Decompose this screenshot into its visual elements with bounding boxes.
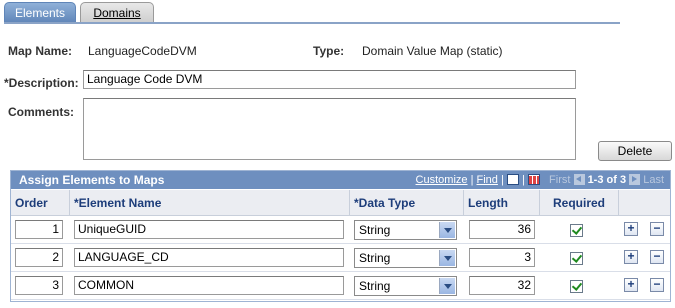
data-type-select[interactable]: String xyxy=(354,276,457,296)
order-input[interactable]: 3 xyxy=(15,276,63,295)
column-header-element-name: *Element Name xyxy=(70,190,350,216)
customize-link[interactable]: Customize xyxy=(416,174,468,186)
first-link: First xyxy=(549,174,571,186)
required-checkbox[interactable] xyxy=(570,252,583,265)
data-type-select[interactable]: String xyxy=(354,220,457,240)
chevron-down-icon[interactable] xyxy=(439,222,455,238)
type-value: Domain Value Map (static) xyxy=(362,44,503,58)
previous-arrow-icon xyxy=(573,174,585,185)
order-input[interactable]: 2 xyxy=(15,248,63,267)
add-row-icon[interactable]: + xyxy=(624,222,638,236)
find-link[interactable]: Find xyxy=(477,174,498,186)
data-type-value: String xyxy=(359,279,391,293)
table-row: 2 LANGUAGE_CD String 3 + − xyxy=(11,244,670,272)
delete-row-icon[interactable]: − xyxy=(650,250,664,264)
grid-header: Assign Elements to Maps Customize | Find… xyxy=(11,171,670,189)
description-label: *Description: xyxy=(4,76,79,90)
tab-divider xyxy=(4,22,620,24)
tab-domains[interactable]: Domains xyxy=(80,2,154,22)
row-range: 1-3 of 3 xyxy=(587,174,627,186)
map-name-value: LanguageCodeDVM xyxy=(88,44,197,58)
column-header-data-type: *Data Type xyxy=(350,190,464,216)
table-row: 1 UniqueGUID String 36 + − xyxy=(11,216,670,244)
data-type-select[interactable]: String xyxy=(354,248,457,268)
view-all-icon[interactable] xyxy=(506,174,519,185)
delete-row-icon[interactable]: − xyxy=(650,278,664,292)
separator: | xyxy=(470,174,474,186)
grid-navigation: Customize | Find | | First 1-3 of 3 Last xyxy=(416,174,664,186)
add-row-icon[interactable]: + xyxy=(624,250,638,264)
required-checkbox[interactable] xyxy=(570,224,583,237)
data-type-value: String xyxy=(359,223,391,237)
data-type-value: String xyxy=(359,251,391,265)
description-input[interactable]: Language Code DVM xyxy=(83,70,576,89)
next-arrow-icon xyxy=(629,174,641,185)
table-row: 3 COMMON String 32 + − xyxy=(11,272,670,300)
separator: | xyxy=(521,174,525,186)
length-input[interactable]: 36 xyxy=(469,220,535,239)
length-input[interactable]: 3 xyxy=(469,248,535,267)
column-header-order: Order xyxy=(11,190,70,216)
required-checkbox[interactable] xyxy=(570,280,583,293)
length-input[interactable]: 32 xyxy=(469,276,535,295)
tab-elements[interactable]: Elements xyxy=(4,2,76,23)
column-header-actions xyxy=(619,190,670,216)
type-label: Type: xyxy=(313,44,345,58)
assign-elements-grid: Assign Elements to Maps Customize | Find… xyxy=(10,170,671,302)
last-link: Last xyxy=(643,174,664,186)
add-row-icon[interactable]: + xyxy=(624,278,638,292)
download-spreadsheet-icon[interactable] xyxy=(527,174,540,185)
separator: | xyxy=(500,174,504,186)
column-header-length: Length xyxy=(464,190,540,216)
delete-button[interactable]: Delete xyxy=(598,141,672,161)
element-name-input[interactable]: LANGUAGE_CD xyxy=(74,248,344,267)
order-input[interactable]: 1 xyxy=(15,220,63,239)
chevron-down-icon[interactable] xyxy=(439,250,455,266)
delete-row-icon[interactable]: − xyxy=(650,222,664,236)
column-header-required: Required xyxy=(540,190,619,216)
element-name-input[interactable]: COMMON xyxy=(74,276,344,295)
map-name-label: Map Name: xyxy=(8,44,73,58)
chevron-down-icon[interactable] xyxy=(439,278,455,294)
comments-textarea[interactable] xyxy=(83,98,576,160)
element-name-input[interactable]: UniqueGUID xyxy=(74,220,344,239)
grid-title: Assign Elements to Maps xyxy=(19,173,165,187)
comments-label: Comments: xyxy=(8,105,75,119)
